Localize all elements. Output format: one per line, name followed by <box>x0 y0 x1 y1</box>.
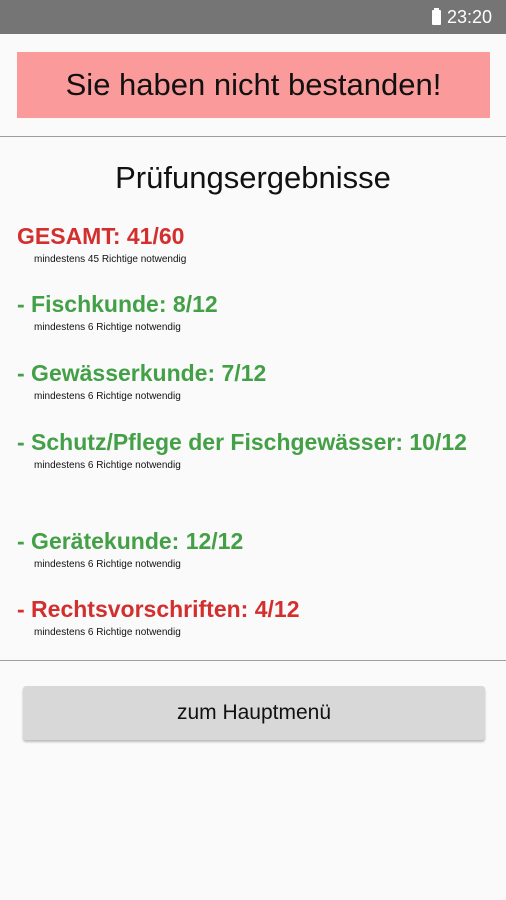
result-note: mindestens 6 Richtige notwendig <box>34 460 181 471</box>
result-gewaesserkunde: - Gewässerkunde: 7/12 mindestens 6 Richt… <box>17 357 487 404</box>
battery-icon <box>431 7 441 25</box>
result-heading: - Fischkunde: 8/12 <box>17 291 218 317</box>
result-geraetekunde: - Gerätekunde: 12/12 mindestens 6 Richti… <box>17 525 487 572</box>
status-icons: 23:20 <box>431 0 492 34</box>
result-schutz-pflege: - Schutz/Pflege der Fischgewässer: 10/12… <box>17 426 487 473</box>
results-title: Prüfungsergebnisse <box>115 160 391 195</box>
result-note: mindestens 45 Richtige notwendig <box>34 254 187 265</box>
result-heading: GESAMT: 41/60 <box>17 223 185 249</box>
result-fischkunde: - Fischkunde: 8/12 mindestens 6 Richtige… <box>17 288 487 335</box>
fail-banner: Sie haben nicht bestanden! <box>17 52 490 118</box>
result-note: mindestens 6 Richtige notwendig <box>34 627 181 638</box>
result-note: mindestens 6 Richtige notwendig <box>34 322 181 333</box>
result-rechtsvorschriften: - Rechtsvorschriften: 4/12 mindestens 6 … <box>17 593 487 640</box>
result-heading: - Schutz/Pflege der Fischgewässer: 10/12 <box>17 429 467 455</box>
result-total: GESAMT: 41/60 mindestens 45 Richtige not… <box>17 220 487 267</box>
result-note: mindestens 6 Richtige notwendig <box>34 391 181 402</box>
status-bar: 23:20 <box>0 0 506 34</box>
divider <box>0 660 506 661</box>
divider <box>0 136 506 137</box>
main-menu-button[interactable]: zum Hauptmenü <box>23 686 485 740</box>
result-note: mindestens 6 Richtige notwendig <box>34 559 181 570</box>
result-heading: - Gewässerkunde: 7/12 <box>17 360 267 386</box>
result-heading: - Gerätekunde: 12/12 <box>17 528 244 554</box>
status-time: 23:20 <box>446 6 492 27</box>
result-heading: - Rechtsvorschriften: 4/12 <box>17 596 300 622</box>
